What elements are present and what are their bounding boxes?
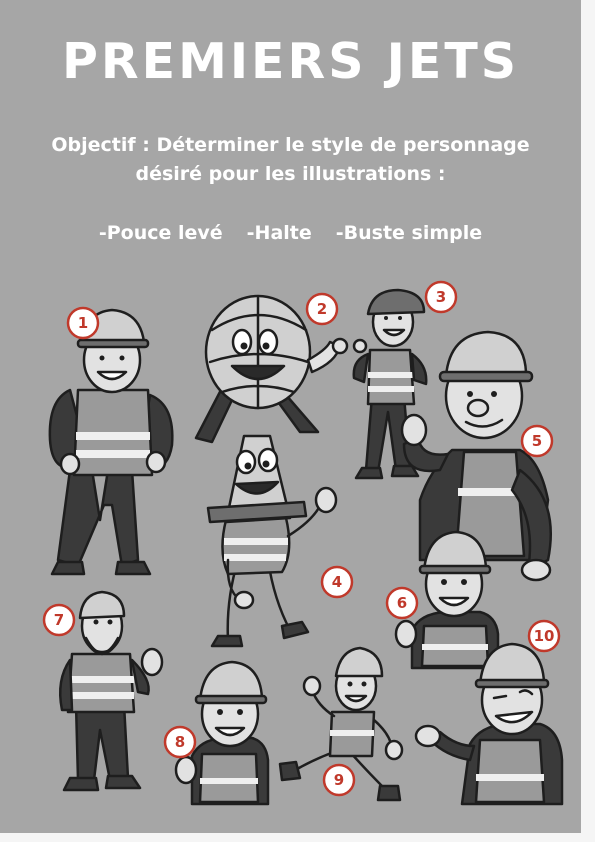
badge-2: 2 bbox=[305, 292, 339, 326]
badge-2-label: 2 bbox=[317, 300, 327, 318]
badge-1-label: 1 bbox=[78, 314, 88, 332]
character-1-sketch bbox=[48, 308, 174, 576]
badge-10-label: 10 bbox=[534, 627, 555, 645]
badge-9: 9 bbox=[322, 763, 356, 797]
badge-9-label: 9 bbox=[334, 771, 344, 789]
page: PREMIERS JETS Objectif : Déterminer le s… bbox=[0, 0, 581, 833]
character-7-sketch bbox=[59, 590, 164, 792]
badge-8-label: 8 bbox=[175, 733, 185, 751]
badge-5: 5 bbox=[520, 424, 554, 458]
badge-8: 8 bbox=[163, 725, 197, 759]
badge-1: 1 bbox=[66, 306, 100, 340]
badge-3: 3 bbox=[424, 280, 458, 314]
badge-4-label: 4 bbox=[332, 573, 342, 591]
badge-6: 6 bbox=[385, 586, 419, 620]
character-sketches: .ink { stroke:#1e1e1e; stroke-width:2.5;… bbox=[42, 280, 564, 806]
badge-7-label: 7 bbox=[54, 611, 64, 629]
badge-6-label: 6 bbox=[397, 594, 407, 612]
character-4-sketch bbox=[206, 434, 338, 648]
badge-4: 4 bbox=[320, 565, 354, 599]
badge-7: 7 bbox=[42, 603, 76, 637]
badge-10: 10 bbox=[527, 619, 561, 653]
badge-3-label: 3 bbox=[436, 288, 446, 306]
badge-5-label: 5 bbox=[532, 432, 542, 450]
